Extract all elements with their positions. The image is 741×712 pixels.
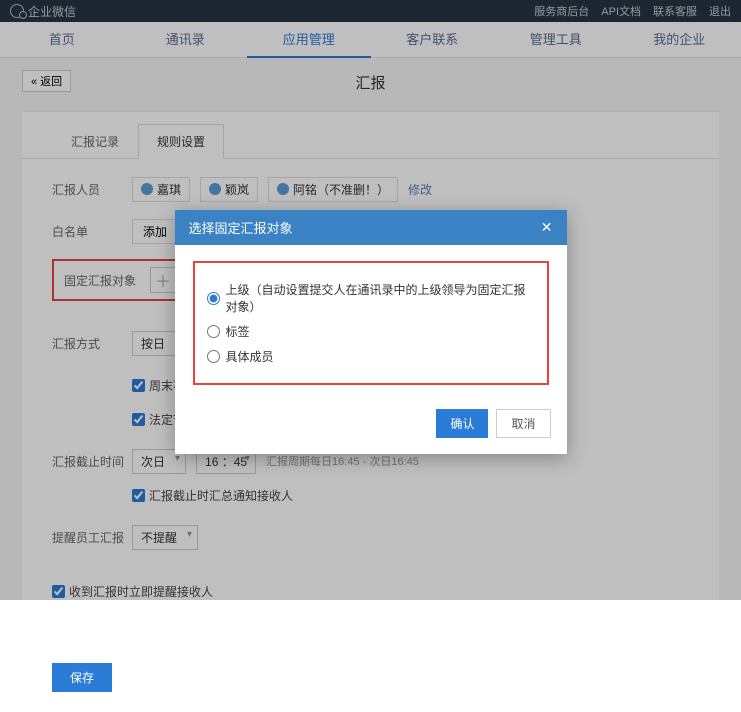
modal-title: 选择固定汇报对象 — [189, 218, 293, 237]
radio-superior[interactable]: 上级（自动设置提交人在通讯录中的上级领导为固定汇报对象） — [207, 281, 535, 315]
modal-ok-button[interactable]: 确认 — [436, 409, 488, 438]
save-button[interactable]: 保存 — [52, 663, 112, 692]
fixed-target-modal: 选择固定汇报对象 ✕ 上级（自动设置提交人在通讯录中的上级领导为固定汇报对象） … — [175, 210, 567, 454]
radio-tag[interactable]: 标签 — [207, 323, 535, 340]
modal-cancel-button[interactable]: 取消 — [496, 409, 550, 438]
radio-group-highlight: 上级（自动设置提交人在通讯录中的上级领导为固定汇报对象） 标签 具体成员 — [193, 261, 549, 385]
close-icon[interactable]: ✕ — [541, 219, 553, 236]
modal-overlay: 选择固定汇报对象 ✕ 上级（自动设置提交人在通讯录中的上级领导为固定汇报对象） … — [0, 0, 741, 600]
radio-members[interactable]: 具体成员 — [207, 348, 535, 365]
modal-header: 选择固定汇报对象 ✕ — [175, 210, 567, 245]
